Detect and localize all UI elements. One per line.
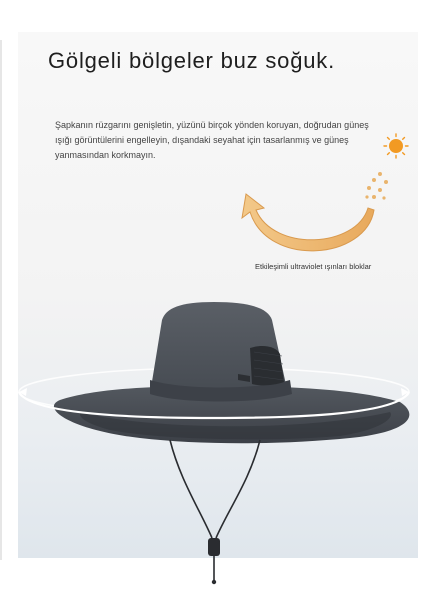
uv-arrow-icon (241, 172, 388, 252)
uv-caption: Etkileşimli ultraviolet ışınları bloklar (255, 262, 372, 271)
product-image-page: Gölgeli bölgeler buz soğuk. Şapkanın rüz… (0, 0, 424, 600)
page-headline: Gölgeli bölgeler buz soğuk. (48, 48, 335, 73)
bucket-hat-image (18, 302, 410, 585)
sun-icon (383, 133, 409, 159)
product-description: Şapkanın rüzgarını genişletin, yüzünü bi… (55, 120, 369, 160)
